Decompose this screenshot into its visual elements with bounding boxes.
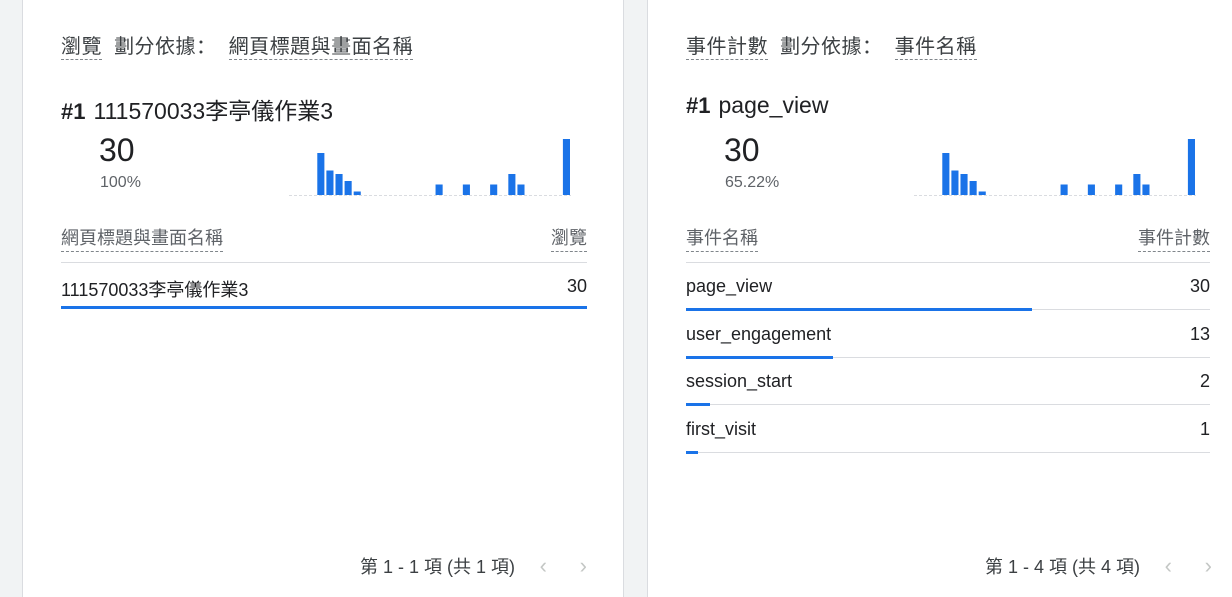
chevron-right-icon[interactable]: › — [580, 553, 587, 579]
table-row[interactable]: 111570033李亭儀作業3 30 — [61, 262, 587, 309]
table-row[interactable]: user_engagement 13 — [686, 310, 1210, 359]
top-item-percent: 100% — [100, 174, 141, 191]
top-item: #1 page_view — [686, 92, 828, 119]
sparkline-bar — [978, 191, 986, 195]
sparkline-bar — [335, 174, 343, 195]
rank-number: #1 — [686, 93, 711, 118]
sparkline-bar — [1133, 174, 1141, 195]
sparkline-chart — [914, 139, 1196, 196]
sparkline-bar — [969, 181, 977, 195]
event-name-card: 事件計數 劃分依據： 事件名稱 #1 page_view 30 65.22% 事件… — [647, 0, 1232, 597]
column-header-metric[interactable]: 事件計數 — [1138, 224, 1210, 252]
chevron-left-icon[interactable]: ‹ — [540, 553, 547, 579]
sparkline-chart — [289, 139, 571, 196]
column-header-dimension[interactable]: 網頁標題與畫面名稱 — [61, 224, 223, 252]
top-item-name: 111570033李亭儀作業3 — [93, 98, 333, 124]
row-label: 111570033李亭儀作業3 — [61, 280, 249, 300]
table-header: 事件名稱 事件計數 — [686, 222, 1210, 263]
row-label: first_visit — [686, 418, 757, 439]
chevron-right-icon[interactable]: › — [1205, 553, 1212, 579]
top-item: #1 111570033李亭儀作業3 — [61, 92, 333, 126]
rank-number: #1 — [61, 99, 86, 124]
sparkline-bar — [562, 139, 570, 195]
table-row[interactable]: session_start 2 — [686, 357, 1210, 406]
row-value: 30 — [1189, 276, 1210, 296]
table-row[interactable]: first_visit 1 — [686, 405, 1210, 454]
metric-selector[interactable]: 事件計數 — [686, 36, 768, 60]
sparkline-bar — [317, 153, 325, 195]
column-header-metric[interactable]: 瀏覽 — [551, 224, 587, 252]
sparkline-bar — [1142, 184, 1150, 195]
row-label: user_engagement — [686, 323, 832, 344]
sparkline-bar — [326, 170, 334, 195]
row-value: 1 — [1199, 418, 1210, 439]
sparkline-bar — [942, 153, 950, 195]
top-item-value: 30 — [724, 132, 760, 168]
dimension-selector[interactable]: 事件名稱 — [894, 36, 977, 60]
row-proportion-bar — [686, 450, 698, 454]
sparkline-bar — [353, 191, 361, 195]
title-separator: 劃分依據： — [114, 36, 217, 58]
page-title-card: 瀏覽 劃分依據： 網頁標題與畫面名稱 #1 111570033李亭儀作業3 30 … — [22, 0, 624, 597]
row-value: 13 — [1189, 323, 1210, 344]
sparkline-bar — [344, 181, 352, 195]
sparkline-bar — [508, 174, 516, 195]
chevron-left-icon[interactable]: ‹ — [1165, 553, 1172, 579]
title-separator: 劃分依據： — [780, 36, 883, 58]
sparkline-bar — [1115, 184, 1123, 195]
card-title: 事件計數 劃分依據： 事件名稱 — [686, 30, 977, 60]
row-label: page_view — [686, 276, 773, 296]
row-label: session_start — [686, 371, 793, 391]
row-value: 2 — [1199, 371, 1210, 391]
row-value: 30 — [566, 276, 587, 296]
sparkline-bar — [1087, 184, 1095, 195]
top-item-name: page_view — [718, 92, 829, 118]
sparkline-bar — [517, 184, 525, 195]
pagination-label: 第 1 - 4 項 (共 4 項) — [984, 557, 1140, 577]
pagination-label: 第 1 - 1 項 (共 1 項) — [359, 557, 515, 577]
metric-selector[interactable]: 瀏覽 — [61, 36, 102, 60]
top-item-percent: 65.22% — [725, 174, 780, 191]
card-title: 瀏覽 劃分依據： 網頁標題與畫面名稱 — [61, 30, 414, 60]
table-row[interactable]: page_view 30 — [686, 262, 1210, 311]
sparkline-bar — [490, 184, 498, 195]
sparkline-bar — [435, 184, 443, 195]
table-header: 網頁標題與畫面名稱 瀏覽 — [61, 222, 587, 263]
sparkline-bar — [1060, 184, 1068, 195]
column-header-dimension[interactable]: 事件名稱 — [686, 224, 758, 252]
row-proportion-bar — [61, 306, 587, 309]
sparkline-bar — [462, 184, 470, 195]
sparkline-bar — [960, 174, 968, 195]
top-item-value: 30 — [99, 132, 135, 168]
sparkline-bar — [1187, 139, 1195, 195]
sparkline-bar — [951, 170, 959, 195]
dimension-selector[interactable]: 網頁標題與畫面名稱 — [228, 36, 414, 60]
